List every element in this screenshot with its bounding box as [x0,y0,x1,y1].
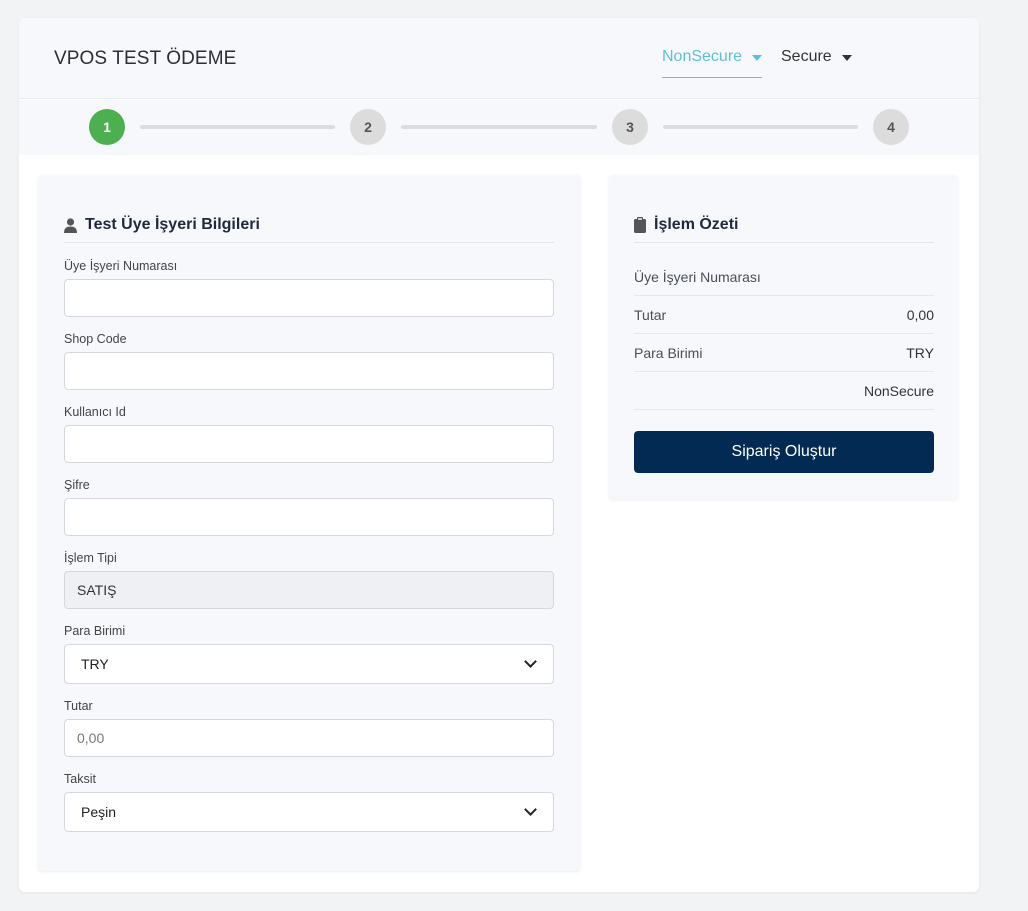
user-icon [64,217,77,233]
main-card: VPOS TEST ÖDEME NonSecure Secure 1 2 3 4… [19,18,979,892]
installment-select[interactable]: Peşin [64,792,554,832]
create-order-button[interactable]: Sipariş Oluştur [634,431,934,473]
divider [634,242,934,243]
chevron-down-icon [524,655,537,668]
step-3: 3 [612,109,648,145]
currency-label: Para Birimi [64,624,126,638]
summary-row-amount: Tutar 0,00 [634,296,934,334]
summary-row-currency: Para Birimi TRY [634,334,934,372]
amount-label: Tutar [64,699,93,713]
summary-title: İşlem Özeti [654,216,739,233]
step-2: 2 [350,109,386,145]
merchant-no-input[interactable] [64,279,554,317]
merchant-info-heading: Test Üye İşyeri Bilgileri [64,216,260,234]
summary-heading: İşlem Özeti [634,216,738,234]
password-input[interactable] [64,498,554,536]
step-connector [401,125,597,129]
tab-nonsecure[interactable]: NonSecure [662,48,763,78]
tab-secure[interactable]: Secure [781,48,852,66]
currency-select[interactable]: TRY [64,644,554,684]
summary-label: Para Birimi [634,344,703,361]
merchant-info-title: Test Üye İşyeri Bilgileri [85,216,260,233]
page-title: VPOS TEST ÖDEME [54,48,237,69]
user-id-input[interactable] [64,425,554,463]
stepper: 1 2 3 4 [19,100,979,155]
clipboard-icon [634,217,646,233]
divider [64,242,554,243]
amount-input[interactable] [64,719,554,757]
summary-label: Tutar [634,306,667,323]
shop-code-input[interactable] [64,352,554,390]
summary-value: NonSecure [863,382,934,399]
transaction-type-field [64,571,554,609]
step-connector [663,125,858,129]
caret-down-icon [752,54,763,61]
installment-selected-value: Peşin [81,804,117,820]
summary-row-mode: NonSecure [634,372,934,410]
shop-code-label: Shop Code [64,332,127,346]
step-4: 4 [873,109,909,145]
user-id-label: Kullanıcı Id [64,405,126,419]
summary-value: 0,00 [906,306,934,323]
transaction-summary-panel: İşlem Özeti Üye İşyeri Numarası Tutar 0,… [609,175,958,499]
summary-value: TRY [906,344,934,361]
summary-row-merchant: Üye İşyeri Numarası [634,258,934,296]
currency-selected-value: TRY [81,656,109,672]
step-connector [140,125,335,129]
tab-nonsecure-label: NonSecure [662,48,743,65]
transaction-type-label: İşlem Tipi [64,551,117,565]
chevron-down-icon [524,803,537,816]
merchant-info-panel: Test Üye İşyeri Bilgileri Üye İşyeri Num… [38,175,580,871]
password-label: Şifre [64,478,90,492]
step-1: 1 [89,109,125,145]
installment-label: Taksit [64,772,96,786]
tab-secure-label: Secure [781,48,832,65]
caret-down-icon [841,54,852,61]
summary-label: Üye İşyeri Numarası [634,268,761,285]
header: VPOS TEST ÖDEME NonSecure Secure [19,18,979,99]
merchant-no-label: Üye İşyeri Numarası [64,259,178,273]
